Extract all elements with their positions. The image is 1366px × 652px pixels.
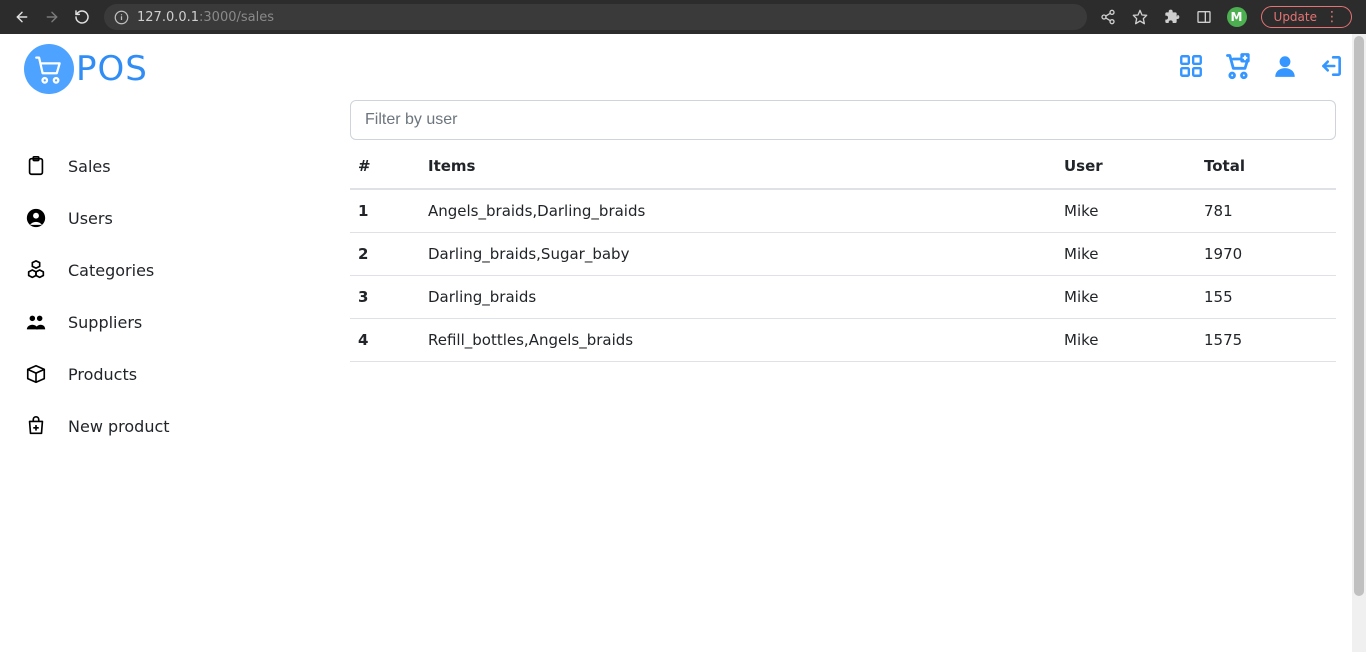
- menu-dots-icon: ⋮: [1325, 14, 1339, 21]
- browser-chrome: 127.0.0.1:3000/sales M Update ⋮: [0, 0, 1366, 34]
- update-button[interactable]: Update ⋮: [1261, 6, 1352, 28]
- user-icon[interactable]: [1272, 53, 1298, 79]
- sidebar-item-categories[interactable]: Categories: [24, 258, 350, 282]
- sidebar-item-label: Suppliers: [68, 313, 142, 332]
- profile-avatar[interactable]: M: [1227, 7, 1247, 27]
- cell-total: 1970: [1196, 233, 1336, 276]
- reload-button[interactable]: [72, 7, 92, 27]
- logout-icon[interactable]: [1318, 53, 1344, 79]
- col-header-items: Items: [420, 144, 1056, 189]
- cell-user: Mike: [1056, 233, 1196, 276]
- cell-items: Refill_bottles,Angels_braids: [420, 319, 1056, 362]
- clipboard-icon: [24, 154, 48, 178]
- browser-nav: [8, 7, 92, 27]
- col-header-total: Total: [1196, 144, 1336, 189]
- update-label: Update: [1274, 10, 1317, 24]
- sidebar-item-users[interactable]: Users: [24, 206, 350, 230]
- cell-user: Mike: [1056, 189, 1196, 233]
- cart-plus-icon[interactable]: [1224, 52, 1252, 80]
- people-icon: [24, 310, 48, 334]
- back-button[interactable]: [12, 7, 32, 27]
- cell-total: 1575: [1196, 319, 1336, 362]
- table-row[interactable]: 2 Darling_braids,Sugar_baby Mike 1970: [350, 233, 1336, 276]
- table-row[interactable]: 3 Darling_braids Mike 155: [350, 276, 1336, 319]
- cell-total: 781: [1196, 189, 1336, 233]
- brand-name: POS: [76, 49, 148, 89]
- dashboard-grid-icon[interactable]: [1178, 53, 1204, 79]
- sidebar-item-label: Categories: [68, 261, 154, 280]
- col-header-idx: #: [350, 144, 420, 189]
- browser-actions: M Update ⋮: [1099, 6, 1358, 28]
- user-circle-icon: [24, 206, 48, 230]
- sidebar-item-products[interactable]: Products: [24, 362, 350, 386]
- sidebar-item-suppliers[interactable]: Suppliers: [24, 310, 350, 334]
- top-actions: [1178, 52, 1344, 80]
- sidebar-item-label: New product: [68, 417, 170, 436]
- cell-user: Mike: [1056, 276, 1196, 319]
- url-host: 127.0.0.1: [137, 10, 199, 25]
- cell-user: Mike: [1056, 319, 1196, 362]
- panel-icon[interactable]: [1195, 8, 1213, 26]
- cell-items: Darling_braids,Sugar_baby: [420, 233, 1056, 276]
- cell-items: Darling_braids: [420, 276, 1056, 319]
- col-header-user: User: [1056, 144, 1196, 189]
- scrollbar-thumb[interactable]: [1354, 36, 1364, 596]
- cell-total: 155: [1196, 276, 1336, 319]
- content-area: # Items User Total 1 Angels_braids,Darli…: [350, 34, 1358, 362]
- left-column: POS Sales Users Categories: [0, 34, 350, 652]
- filter-input[interactable]: [350, 100, 1336, 140]
- sales-table: # Items User Total 1 Angels_braids,Darli…: [350, 144, 1336, 362]
- cell-idx: 1: [350, 189, 420, 233]
- boxes-icon: [24, 258, 48, 282]
- sidebar-item-label: Products: [68, 365, 137, 384]
- share-icon[interactable]: [1099, 8, 1117, 26]
- box-icon: [24, 362, 48, 386]
- logo-icon: [24, 44, 74, 94]
- sidebar-nav: Sales Users Categories Suppliers: [24, 154, 350, 438]
- site-info-icon[interactable]: [114, 10, 129, 25]
- table-row[interactable]: 1 Angels_braids,Darling_braids Mike 781: [350, 189, 1336, 233]
- sidebar-item-sales[interactable]: Sales: [24, 154, 350, 178]
- bag-plus-icon: [24, 414, 48, 438]
- bookmark-star-icon[interactable]: [1131, 8, 1149, 26]
- url-display: 127.0.0.1:3000/sales: [137, 10, 274, 25]
- table-header-row: # Items User Total: [350, 144, 1336, 189]
- cell-idx: 3: [350, 276, 420, 319]
- forward-button[interactable]: [42, 7, 62, 27]
- scrollbar[interactable]: [1352, 34, 1366, 652]
- sidebar-item-label: Sales: [68, 157, 111, 176]
- brand[interactable]: POS: [24, 44, 350, 94]
- extensions-icon[interactable]: [1163, 8, 1181, 26]
- cell-items: Angels_braids,Darling_braids: [420, 189, 1056, 233]
- table-row[interactable]: 4 Refill_bottles,Angels_braids Mike 1575: [350, 319, 1336, 362]
- main-column: # Items User Total 1 Angels_braids,Darli…: [350, 34, 1366, 652]
- sidebar-item-new-product[interactable]: New product: [24, 414, 350, 438]
- cell-idx: 2: [350, 233, 420, 276]
- url-path: :3000/sales: [199, 10, 274, 25]
- address-bar[interactable]: 127.0.0.1:3000/sales: [104, 4, 1087, 30]
- avatar-letter: M: [1231, 10, 1243, 24]
- cell-idx: 4: [350, 319, 420, 362]
- sidebar-item-label: Users: [68, 209, 113, 228]
